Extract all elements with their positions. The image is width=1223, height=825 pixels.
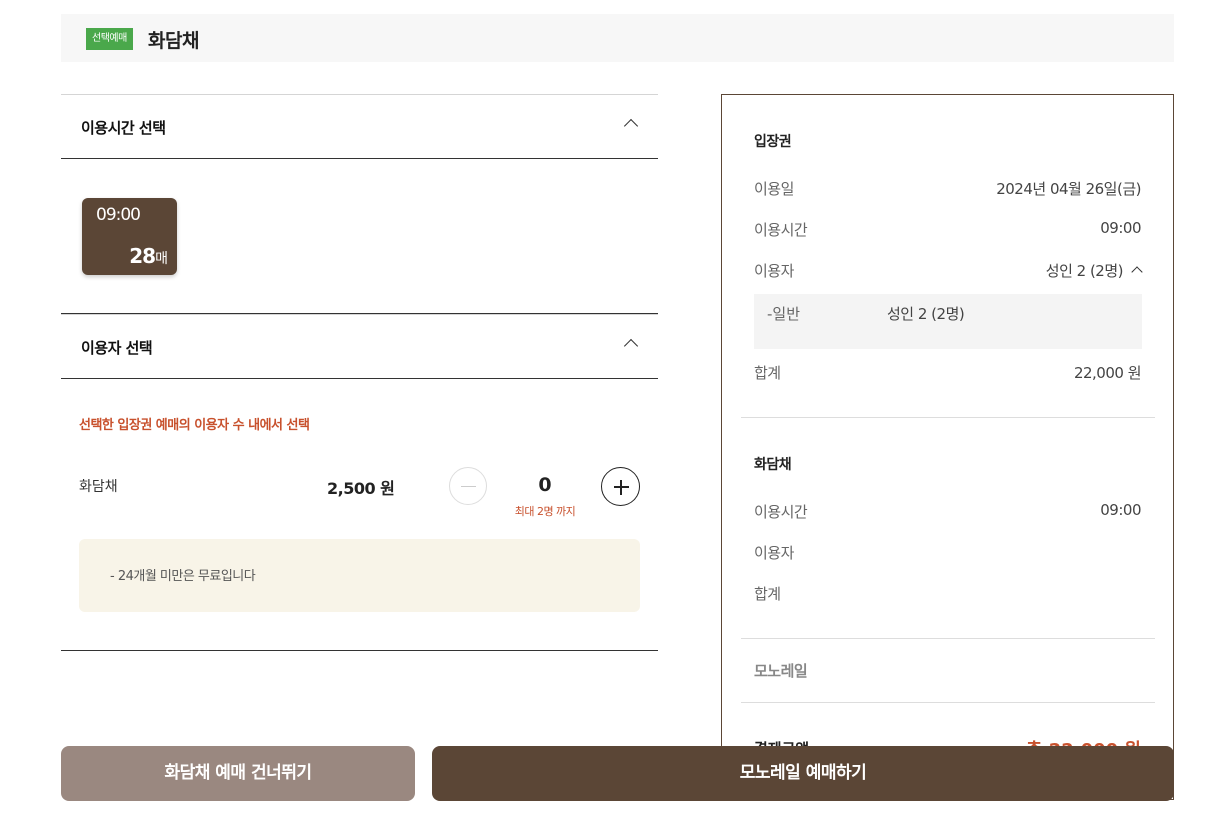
time-section-header[interactable]: 이용시간 선택: [61, 94, 658, 159]
remaining-count: 28: [129, 244, 156, 268]
info-box: - 24개월 미만은 무료입니다: [79, 539, 640, 612]
max-quantity-note: 최대 2명 까지: [514, 505, 576, 518]
booking-form: 이용시간 선택 09:00 28매 이용자 선택 선택한 입장권 예매의 이용자…: [61, 94, 658, 651]
time-slot-remaining: 28매: [129, 244, 168, 268]
divider: [741, 702, 1155, 703]
product-price: 2,500 원: [327, 479, 395, 498]
divider: [741, 638, 1155, 639]
time-slot-time: 09:00: [96, 205, 141, 225]
hwadamchae-time-value: 09:00: [1100, 501, 1141, 519]
use-time-label: 이용시간: [754, 221, 808, 239]
order-summary: 입장권 이용일 2024년 04월 26일(금) 이용시간 09:00 이용자 …: [721, 94, 1174, 800]
users-value[interactable]: 성인 2 (2명): [1045, 260, 1143, 281]
info-text: - 24개월 미만은 무료입니다: [110, 569, 256, 584]
user-select-area: 선택한 입장권 예매의 이용자 수 내에서 선택 화담채 2,500 원 0 최…: [61, 379, 658, 651]
chevron-up-icon[interactable]: [623, 118, 639, 134]
hwadamchae-summary-title: 화담채: [754, 457, 792, 473]
use-date-label: 이용일: [754, 180, 794, 198]
user-limit-notice: 선택한 입장권 예매의 이용자 수 내에서 선택: [79, 418, 310, 433]
remaining-unit: 매: [155, 251, 168, 267]
monorail-summary-title: 모노레일: [754, 662, 808, 680]
users-label: 이용자: [754, 262, 794, 280]
time-slot-card[interactable]: 09:00 28매: [82, 198, 177, 275]
hwadamchae-users-label: 이용자: [754, 544, 794, 562]
skip-booking-button[interactable]: 화담채 예매 건너뛰기: [61, 746, 415, 801]
page-title: 화담채: [148, 30, 199, 52]
chevron-up-icon[interactable]: [623, 338, 639, 354]
ticket-total-label: 합계: [754, 364, 781, 382]
use-time-value: 09:00: [1100, 219, 1141, 237]
detail-value: 성인 2 (2명): [887, 305, 965, 323]
user-section-title: 이용자 선택: [81, 339, 153, 357]
increase-quantity-button[interactable]: [601, 467, 640, 506]
users-value-text: 성인 2 (2명): [1045, 262, 1124, 280]
ticket-summary-title: 입장권: [754, 134, 792, 150]
select-booking-badge: 선택예매: [86, 28, 133, 50]
users-detail: -일반 성인 2 (2명): [754, 294, 1142, 349]
page-header: 선택예매 화담채: [61, 14, 1174, 62]
user-section-header[interactable]: 이용자 선택: [61, 314, 658, 379]
ticket-total-value: 22,000 원: [1073, 364, 1142, 382]
divider: [741, 417, 1155, 418]
time-slot-list: 09:00 28매: [61, 159, 658, 314]
hwadamchae-time-label: 이용시간: [754, 503, 808, 521]
product-name: 화담채: [79, 479, 118, 495]
time-section-title: 이용시간 선택: [81, 119, 166, 137]
hwadamchae-total-label: 합계: [754, 585, 781, 603]
use-date-value: 2024년 04월 26일(금): [996, 180, 1141, 198]
detail-category: -일반: [767, 305, 801, 323]
quantity-value: 0: [538, 474, 552, 496]
book-monorail-button[interactable]: 모노레일 예매하기: [432, 746, 1174, 801]
chevron-up-icon[interactable]: [1131, 266, 1143, 278]
decrease-quantity-button[interactable]: [449, 467, 487, 505]
